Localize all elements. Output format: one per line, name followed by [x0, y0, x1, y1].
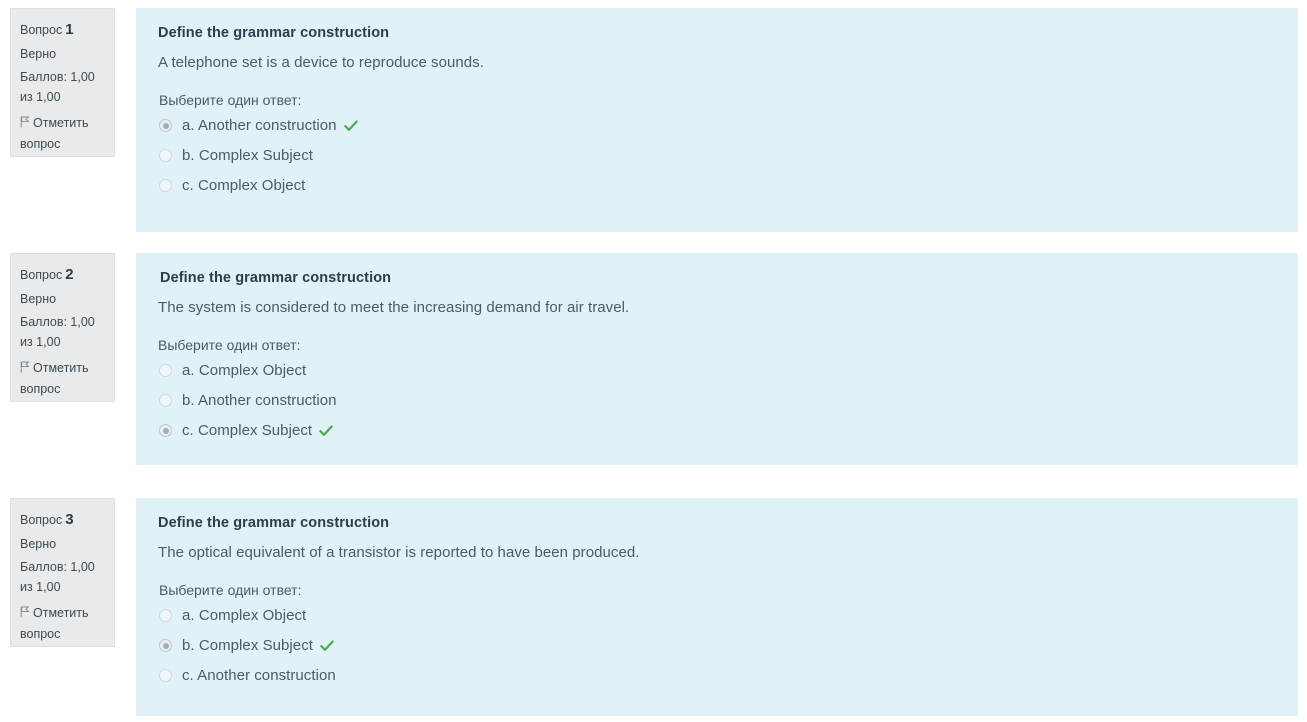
question-content-panel: Define the grammar construction A teleph… — [136, 8, 1298, 232]
answer-option[interactable]: a. Complex Object — [158, 603, 1278, 628]
question-word-label: Вопрос — [20, 513, 63, 527]
check-icon — [343, 120, 358, 132]
answer-option[interactable]: b. Another construction — [158, 388, 1278, 413]
question-number-line: Вопрос 1 — [20, 18, 105, 42]
flag-question-link[interactable]: Отметить вопрос — [20, 113, 105, 155]
radio-button[interactable] — [159, 149, 172, 162]
question-word-label: Вопрос — [20, 23, 63, 37]
question-number: 1 — [65, 21, 74, 38]
answer-label: a. Complex Object — [182, 362, 307, 379]
answer-option[interactable]: a. Another construction — [158, 113, 1278, 138]
answer-option[interactable]: a. Complex Object — [158, 358, 1278, 383]
answer-prompt: Выберите один ответ: — [159, 582, 302, 598]
flag-question-link[interactable]: Отметить вопрос — [20, 603, 105, 645]
answer-label: c. Complex Subject — [182, 422, 313, 439]
answer-label: c. Complex Object — [182, 177, 306, 194]
question-info-panel: Вопрос 1 Верно Баллов: 1,00 из 1,00 Отмет… — [10, 8, 115, 157]
answer-prompt: Выберите один ответ: — [158, 337, 301, 353]
answer-list: a. Complex Object b. Another constructio… — [158, 358, 1278, 443]
question-info-panel: Вопрос 2 Верно Баллов: 1,00 из 1,00 Отмет… — [10, 253, 115, 402]
flag-question-label: Отметить вопрос — [20, 116, 89, 152]
answer-list: a. Complex Object b. Complex Subject c. … — [158, 603, 1278, 688]
radio-button[interactable] — [159, 424, 172, 437]
answer-option[interactable]: c. Complex Object — [158, 173, 1278, 198]
radio-button[interactable] — [159, 639, 172, 652]
answer-option[interactable]: c. Complex Subject — [158, 418, 1278, 443]
question-state: Верно — [20, 47, 57, 62]
question-grade: Баллов: 1,00 из 1,00 — [20, 69, 95, 104]
flag-icon — [20, 604, 30, 624]
question-title: Define the grammar construction — [158, 515, 390, 531]
answer-label: b. Another construction — [182, 392, 337, 409]
check-icon — [319, 425, 333, 437]
radio-button[interactable] — [159, 394, 172, 407]
answer-list: a. Another construction b. Complex Subje… — [158, 113, 1278, 198]
question-number-line: Вопрос 3 — [20, 508, 105, 532]
flag-question-link[interactable]: Отметить вопрос — [20, 358, 105, 400]
answer-label: a. Another construction — [182, 117, 337, 134]
flag-question-label: Отметить вопрос — [20, 361, 89, 397]
question-grade: Баллов: 1,00 из 1,00 — [20, 559, 95, 594]
answer-option[interactable]: b. Complex Subject — [158, 143, 1278, 168]
question-content-panel: Define the grammar construction The opti… — [136, 498, 1298, 716]
question-state: Верно — [20, 537, 57, 552]
answer-option[interactable]: c. Another construction — [158, 663, 1278, 688]
question-title: Define the grammar construction — [160, 270, 392, 286]
answer-prompt: Выберите один ответ: — [159, 92, 302, 108]
answer-label: c. Another construction — [182, 667, 336, 684]
question-text: The system is considered to meet the inc… — [158, 299, 630, 316]
radio-button[interactable] — [159, 179, 172, 192]
question-info-panel: Вопрос 3 Верно Баллов: 1,00 из 1,00 Отмет… — [10, 498, 115, 647]
radio-button[interactable] — [159, 364, 172, 377]
radio-button[interactable] — [159, 669, 172, 682]
check-icon — [320, 640, 334, 652]
radio-button[interactable] — [159, 609, 172, 622]
answer-label: a. Complex Object — [182, 607, 307, 624]
flag-icon — [20, 359, 30, 379]
quiz-review-page: Вопрос 1 Верно Баллов: 1,00 из 1,00 Отмет… — [0, 0, 1307, 722]
answer-label: b. Complex Subject — [182, 147, 313, 164]
radio-button[interactable] — [159, 119, 172, 132]
question-number: 2 — [65, 266, 74, 283]
question-title: Define the grammar construction — [158, 25, 390, 41]
question-grade: Баллов: 1,00 из 1,00 — [20, 314, 95, 349]
answer-label: b. Complex Subject — [182, 637, 313, 654]
question-text: A telephone set is a device to reproduce… — [158, 54, 484, 71]
question-number: 3 — [65, 511, 74, 528]
flag-icon — [20, 114, 30, 134]
flag-question-label: Отметить вопрос — [20, 606, 89, 642]
question-text: The optical equivalent of a transistor i… — [158, 544, 640, 561]
question-word-label: Вопрос — [20, 268, 63, 282]
answer-option[interactable]: b. Complex Subject — [158, 633, 1278, 658]
question-state: Верно — [20, 292, 57, 307]
question-content-panel: Define the grammar construction The syst… — [136, 253, 1298, 465]
question-number-line: Вопрос 2 — [20, 263, 105, 287]
